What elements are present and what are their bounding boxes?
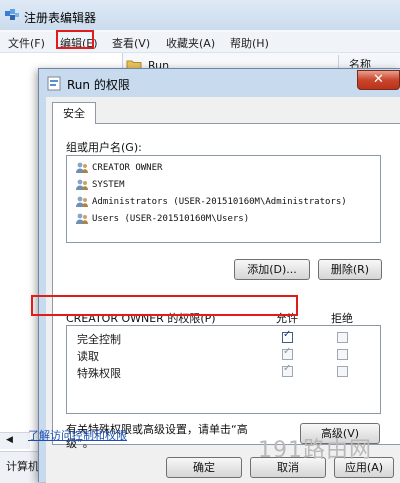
- menu-file[interactable]: 文件(F): [8, 35, 45, 51]
- deny-full-control-checkbox[interactable]: [337, 332, 348, 343]
- permission-name: 特殊权限: [77, 367, 121, 380]
- user-name: Administrators (USER-201510160M\Administ…: [92, 197, 347, 207]
- table-row: 读取: [67, 346, 380, 363]
- menu-view[interactable]: 查看(V): [112, 35, 150, 51]
- permission-name: 完全控制: [77, 333, 121, 346]
- status-text: 计算机: [6, 460, 39, 473]
- watermark: 191路由网: [258, 438, 372, 463]
- group-users-label: 组或用户名(G):: [66, 141, 142, 154]
- allow-read-checkbox[interactable]: [282, 346, 293, 360]
- user-name: CREATOR OWNER: [92, 163, 163, 173]
- registry-titlebar[interactable]: 注册表编辑器: [0, 0, 400, 30]
- list-item[interactable]: SYSTEM: [75, 177, 125, 193]
- dialog-body: 安全 组或用户名(G): CREATOR OWNER SYSTEM Admini…: [46, 97, 400, 483]
- deny-special-checkbox[interactable]: [337, 366, 348, 377]
- deny-column-header: 拒绝: [331, 312, 353, 325]
- edit-menu-highlight-box: [56, 30, 94, 49]
- list-item[interactable]: Users (USER-201510160M\Users): [75, 211, 249, 227]
- allow-special-checkbox[interactable]: [282, 363, 293, 377]
- user-group-icon: [76, 213, 88, 224]
- learn-access-control-link[interactable]: 了解访问控制和权限: [28, 427, 127, 443]
- list-item[interactable]: CREATOR OWNER: [75, 160, 162, 176]
- user-group-icon: [76, 179, 88, 190]
- add-button[interactable]: 添加(D)...: [234, 259, 310, 280]
- list-item[interactable]: Administrators (USER-201510160M\Administ…: [75, 194, 347, 210]
- user-group-icon: [76, 162, 88, 173]
- users-listbox[interactable]: CREATOR OWNER SYSTEM Administrators (USE…: [66, 155, 381, 243]
- scroll-left-arrow-icon[interactable]: ◀: [6, 435, 13, 445]
- remove-button[interactable]: 删除(R): [318, 259, 382, 280]
- registry-title: 注册表编辑器: [24, 11, 97, 25]
- user-name: Users (USER-201510160M\Users): [92, 214, 250, 224]
- dialog-titlebar[interactable]: Run 的权限 ✕: [39, 69, 400, 97]
- menu-help[interactable]: 帮助(H): [230, 35, 269, 51]
- registry-app-icon: [5, 9, 19, 20]
- permissions-dialog: Run 的权限 ✕ 安全 组或用户名(G): CREATOR OWNER SYS…: [38, 68, 400, 483]
- horizontal-scrollbar[interactable]: ◀: [0, 432, 30, 449]
- close-button[interactable]: ✕: [357, 70, 400, 90]
- table-row: 完全控制: [67, 329, 380, 346]
- table-row: 特殊权限: [67, 363, 380, 380]
- deny-read-checkbox[interactable]: [337, 349, 348, 360]
- ok-button[interactable]: 确定: [166, 457, 242, 478]
- permission-name: 读取: [77, 350, 99, 363]
- full-control-highlight-box: [31, 295, 298, 316]
- user-group-icon: [76, 196, 88, 207]
- permissions-table: 完全控制 读取 特殊权限: [66, 325, 381, 414]
- user-name: SYSTEM: [92, 180, 125, 190]
- close-icon: ✕: [373, 72, 384, 87]
- menu-favorites[interactable]: 收藏夹(A): [166, 35, 215, 51]
- allow-full-control-checkbox[interactable]: [282, 329, 293, 343]
- dialog-title: Run 的权限: [67, 78, 130, 92]
- folder-permission-icon: [47, 76, 61, 91]
- tab-security[interactable]: 安全: [52, 102, 96, 124]
